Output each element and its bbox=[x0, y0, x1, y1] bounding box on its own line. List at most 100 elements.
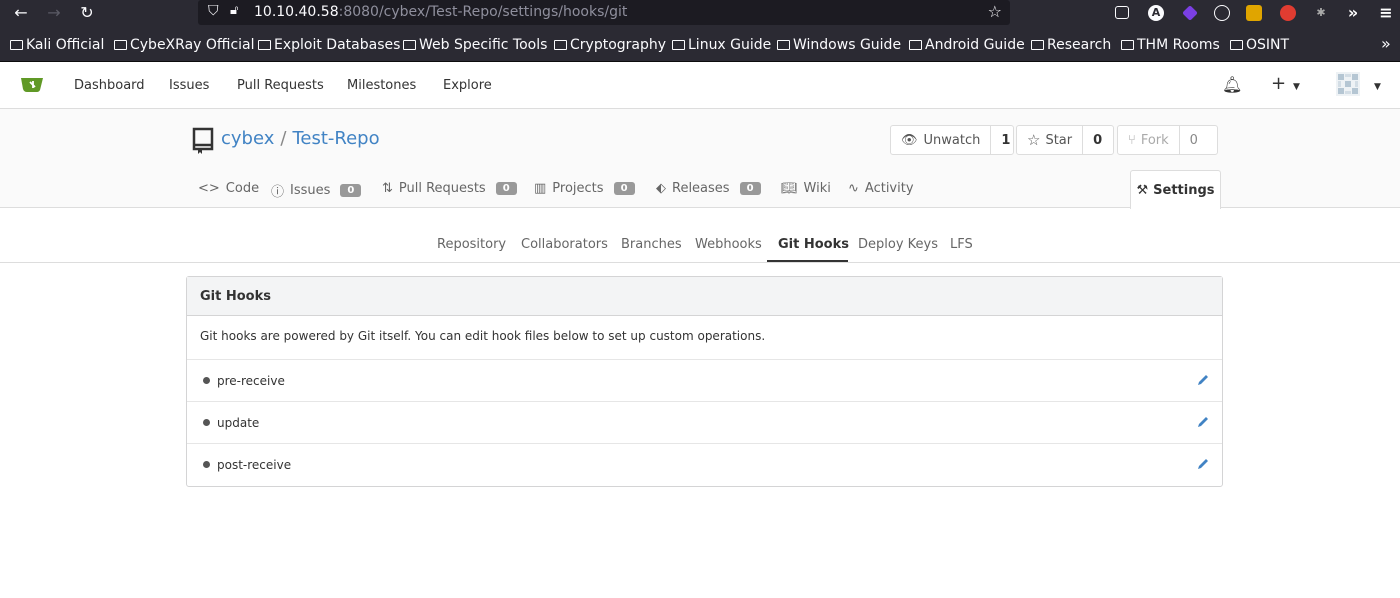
bullet-icon bbox=[203, 461, 210, 468]
tag-icon: ⬖ bbox=[656, 181, 666, 196]
folder-icon bbox=[554, 40, 567, 50]
account-icon[interactable]: A bbox=[1148, 5, 1164, 21]
repo-name-link[interactable]: Test-Repo bbox=[292, 128, 379, 149]
bookmark-cryptography[interactable]: Cryptography bbox=[554, 37, 666, 53]
bookmark-android-guide[interactable]: Android Guide bbox=[909, 37, 1025, 53]
settings-nav: Repository Collaborators Branches Webhoo… bbox=[0, 208, 1400, 263]
nav-milestones[interactable]: Milestones bbox=[347, 78, 416, 93]
projects-count-badge: 0 bbox=[613, 182, 635, 195]
repo-owner-link[interactable]: cybex bbox=[221, 128, 274, 149]
bookmark-linux-guide[interactable]: Linux Guide bbox=[672, 37, 771, 53]
pull-request-icon: ⇅ bbox=[382, 181, 393, 196]
url-text[interactable]: 10.10.40.58:8080/cybex/Test-Repo/setting… bbox=[254, 4, 627, 20]
shield-icon[interactable]: ⛉ bbox=[208, 3, 219, 19]
code-icon: <> bbox=[198, 181, 220, 196]
nav-dashboard[interactable]: Dashboard bbox=[74, 78, 145, 93]
issue-icon: ⓘ bbox=[271, 185, 285, 200]
issues-count-badge: 0 bbox=[340, 184, 362, 197]
list-item: update bbox=[187, 402, 1222, 444]
folder-icon bbox=[777, 40, 790, 50]
folder-icon bbox=[1031, 40, 1044, 50]
folder-icon bbox=[10, 40, 23, 50]
project-icon: ▥ bbox=[534, 181, 547, 196]
tab-settings[interactable]: ⚒ Settings bbox=[1130, 170, 1221, 209]
reload-icon[interactable]: ↻ bbox=[76, 2, 98, 24]
bookmark-exploit-databases[interactable]: Exploit Databases bbox=[258, 37, 400, 53]
unwatch-button[interactable]: 👁︎ Unwatch bbox=[891, 126, 992, 154]
notification-bell-icon[interactable]: 🔔︎ bbox=[1222, 75, 1242, 94]
gitea-logo-icon[interactable] bbox=[20, 75, 44, 93]
bookmark-research[interactable]: Research bbox=[1031, 37, 1111, 53]
create-dropdown-caret-icon[interactable]: ▼ bbox=[1293, 82, 1300, 92]
repo-icon bbox=[192, 127, 214, 154]
pencil-icon[interactable] bbox=[1196, 415, 1210, 429]
folder-icon bbox=[403, 40, 416, 50]
fork-count[interactable]: 0 bbox=[1180, 133, 1208, 148]
extension-gear-icon[interactable] bbox=[1214, 5, 1230, 21]
pencil-icon[interactable] bbox=[1196, 457, 1210, 471]
repo-title-separator: / bbox=[280, 128, 287, 149]
star-icon: ☆ bbox=[1027, 131, 1041, 149]
folder-icon bbox=[258, 40, 271, 50]
star-button-group: ☆ Star 0 bbox=[1016, 125, 1114, 155]
bookmarks-bar: Kali Official CybeXRay Official Exploit … bbox=[0, 26, 1400, 62]
settings-nav-deploy-keys[interactable]: Deploy Keys bbox=[858, 237, 938, 252]
tab-activity[interactable]: ∿ Activity bbox=[848, 181, 914, 196]
bookmark-web-specific-tools[interactable]: Web Specific Tools bbox=[403, 37, 547, 53]
tab-issues[interactable]: ⓘ Issues 0 bbox=[271, 181, 362, 200]
tab-wiki[interactable]: 📖︎ Wiki bbox=[781, 181, 831, 196]
forward-arrow-icon[interactable]: → bbox=[43, 2, 65, 24]
watch-button-group: 👁︎ Unwatch 1 bbox=[890, 125, 1014, 155]
avatar[interactable] bbox=[1336, 72, 1360, 96]
extension-fox-icon[interactable] bbox=[1280, 5, 1296, 21]
tab-releases[interactable]: ⬖ Releases 0 bbox=[656, 181, 761, 196]
pencil-icon[interactable] bbox=[1196, 373, 1210, 387]
extension-puzzle-icon[interactable]: ✱ bbox=[1313, 5, 1329, 21]
tab-projects[interactable]: ▥ Projects 0 bbox=[534, 181, 635, 196]
settings-tab-label: Settings bbox=[1153, 182, 1215, 198]
settings-nav-repository[interactable]: Repository bbox=[437, 237, 506, 252]
address-bar[interactable]: ⛉ 🔓︎ 10.10.40.58:8080/cybex/Test-Repo/se… bbox=[198, 0, 1010, 25]
hook-name: pre-receive bbox=[217, 374, 285, 388]
user-dropdown-caret-icon[interactable]: ▼ bbox=[1374, 82, 1381, 92]
bookmark-windows-guide[interactable]: Windows Guide bbox=[777, 37, 901, 53]
star-count[interactable]: 0 bbox=[1083, 133, 1112, 148]
extension-colorful-icon[interactable] bbox=[1246, 5, 1262, 21]
nav-pull-requests[interactable]: Pull Requests bbox=[237, 78, 324, 93]
settings-nav-lfs[interactable]: LFS bbox=[950, 237, 973, 252]
star-button[interactable]: ☆ Star bbox=[1017, 126, 1084, 154]
create-plus-icon[interactable]: + bbox=[1271, 73, 1286, 94]
fork-icon: ⑂ bbox=[1128, 132, 1136, 148]
bookmark-cybexray-official[interactable]: CybeXRay Official bbox=[114, 37, 255, 53]
insecure-lock-icon[interactable]: 🔓︎ bbox=[230, 3, 238, 18]
fork-button[interactable]: ⑂ Fork bbox=[1118, 126, 1180, 154]
bullet-icon bbox=[203, 377, 210, 384]
eye-slash-icon: 👁︎ bbox=[901, 132, 918, 148]
bookmark-thm-rooms[interactable]: THM Rooms bbox=[1121, 37, 1220, 53]
extension-purple-icon[interactable] bbox=[1182, 5, 1198, 21]
settings-nav-branches[interactable]: Branches bbox=[621, 237, 682, 252]
settings-nav-webhooks[interactable]: Webhooks bbox=[695, 237, 762, 252]
bookmark-osint[interactable]: OSINT bbox=[1230, 37, 1289, 53]
overflow-chevron-icon[interactable]: » bbox=[1345, 5, 1361, 21]
nav-explore[interactable]: Explore bbox=[443, 78, 492, 93]
nav-issues[interactable]: Issues bbox=[169, 78, 209, 93]
menu-icon[interactable]: ≡ bbox=[1378, 5, 1394, 21]
more-bookmarks-chevron[interactable]: » bbox=[1381, 34, 1391, 53]
tab-pull-requests[interactable]: ⇅ Pull Requests 0 bbox=[382, 181, 517, 196]
bullet-icon bbox=[203, 419, 210, 426]
browser-toolbar: ← → ↻ ⛉ 🔓︎ 10.10.40.58:8080/cybex/Test-R… bbox=[0, 0, 1400, 26]
pulse-icon: ∿ bbox=[848, 181, 859, 196]
folder-icon bbox=[114, 40, 127, 50]
pocket-icon[interactable] bbox=[1115, 6, 1129, 19]
bookmark-kali-official[interactable]: Kali Official bbox=[10, 37, 104, 53]
back-arrow-icon[interactable]: ← bbox=[10, 2, 32, 24]
list-item: post-receive bbox=[187, 444, 1222, 486]
tab-code[interactable]: <> Code bbox=[198, 181, 259, 196]
settings-nav-collaborators[interactable]: Collaborators bbox=[521, 237, 608, 252]
settings-nav-git-hooks[interactable]: Git Hooks bbox=[778, 237, 849, 252]
git-hooks-description: Git hooks are powered by Git itself. You… bbox=[187, 316, 1222, 360]
bookmark-star-icon[interactable]: ☆ bbox=[988, 2, 1002, 21]
releases-count-badge: 0 bbox=[739, 182, 761, 195]
git-hooks-panel: Git Hooks Git hooks are powered by Git i… bbox=[186, 276, 1223, 487]
